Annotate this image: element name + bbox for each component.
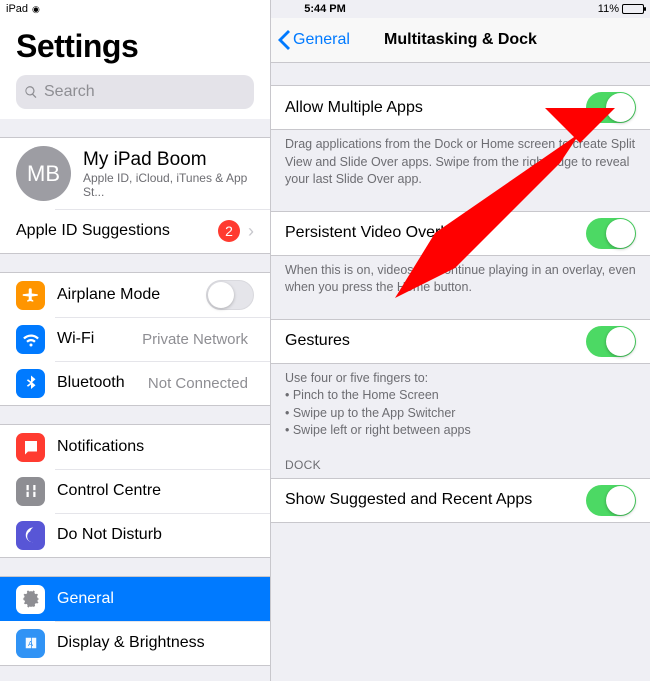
battery-icon	[622, 4, 644, 14]
apple-id-row[interactable]: MB My iPad Boom Apple ID, iCloud, iTunes…	[0, 138, 270, 209]
control-centre-row[interactable]: Control Centre	[0, 469, 270, 513]
chevron-left-icon	[277, 30, 291, 50]
general-row[interactable]: General	[0, 577, 270, 621]
row-value: Private Network	[142, 331, 248, 348]
carrier-label: iPad	[6, 3, 28, 15]
gear-icon	[16, 585, 45, 614]
row-label: Display & Brightness	[57, 634, 254, 652]
airplane-toggle[interactable]	[206, 280, 254, 310]
bluetooth-icon	[16, 369, 45, 398]
row-label: Bluetooth	[57, 374, 148, 392]
badge: 2	[218, 220, 240, 242]
persistent-video-overlay-row: Persistent Video Overlay	[271, 211, 650, 256]
display-icon: A	[16, 629, 45, 658]
row-label: Notifications	[57, 438, 254, 456]
row-value: Not Connected	[148, 375, 248, 392]
show-suggested-apps-row: Show Suggested and Recent Apps	[271, 478, 650, 523]
notifications-icon	[16, 433, 45, 462]
allow-multiple-apps-row: Allow Multiple Apps	[271, 85, 650, 130]
airplane-mode-row[interactable]: Airplane Mode	[0, 273, 270, 317]
gestures-row: Gestures	[271, 319, 650, 364]
status-bar: iPad ◉ 5:44 PM 11%	[0, 0, 650, 18]
row-label: Airplane Mode	[57, 286, 206, 304]
account-sub: Apple ID, iCloud, iTunes & App St...	[83, 171, 254, 199]
row-label: Apple ID Suggestions	[16, 222, 218, 240]
row-label: Show Suggested and Recent Apps	[285, 491, 586, 509]
control-centre-icon	[16, 477, 45, 506]
battery-text: 11%	[598, 3, 619, 15]
gestures-footer: Use four or five fingers to: • Pinch to …	[271, 364, 650, 440]
show-suggested-apps-toggle[interactable]	[586, 485, 636, 516]
airplane-icon	[16, 281, 45, 310]
row-label: Wi-Fi	[57, 330, 142, 348]
search-icon	[24, 85, 38, 99]
notifications-row[interactable]: Notifications	[0, 425, 270, 469]
apple-id-suggestions-row[interactable]: Apple ID Suggestions 2 ›	[0, 209, 270, 253]
row-label: General	[57, 590, 254, 608]
allow-multiple-apps-toggle[interactable]	[586, 92, 636, 123]
dock-section-header: DOCK	[271, 440, 650, 478]
wifi-settings-icon	[16, 325, 45, 354]
pvo-footer: When this is on, videos will continue pl…	[271, 256, 650, 297]
avatar: MB	[16, 146, 71, 201]
row-label: Do Not Disturb	[57, 526, 254, 544]
moon-icon	[16, 521, 45, 550]
page-title: Settings	[16, 28, 254, 65]
allow-footer: Drag applications from the Dock or Home …	[271, 130, 650, 189]
navbar: General Multitasking & Dock	[271, 18, 650, 63]
detail-pane: General Multitasking & Dock Allow Multip…	[271, 0, 650, 681]
row-label: Persistent Video Overlay	[285, 224, 586, 242]
search-placeholder: Search	[44, 83, 95, 101]
svg-text:A: A	[28, 639, 33, 648]
display-brightness-row[interactable]: A Display & Brightness	[0, 621, 270, 665]
chevron-right-icon: ›	[248, 221, 254, 242]
wifi-row[interactable]: Wi-Fi Private Network	[0, 317, 270, 361]
row-label: Allow Multiple Apps	[285, 99, 586, 117]
row-label: Gestures	[285, 332, 586, 350]
persistent-video-overlay-toggle[interactable]	[586, 218, 636, 249]
do-not-disturb-row[interactable]: Do Not Disturb	[0, 513, 270, 557]
search-input[interactable]: Search	[16, 75, 254, 109]
gestures-toggle[interactable]	[586, 326, 636, 357]
back-label: General	[293, 31, 350, 49]
wifi-icon: ◉	[32, 4, 40, 15]
row-label: Control Centre	[57, 482, 254, 500]
back-button[interactable]: General	[271, 30, 350, 50]
settings-sidebar: Settings Search MB My iPad Boom Apple ID…	[0, 0, 271, 681]
clock: 5:44 PM	[206, 3, 444, 15]
bluetooth-row[interactable]: Bluetooth Not Connected	[0, 361, 270, 405]
account-name: My iPad Boom	[83, 149, 254, 171]
